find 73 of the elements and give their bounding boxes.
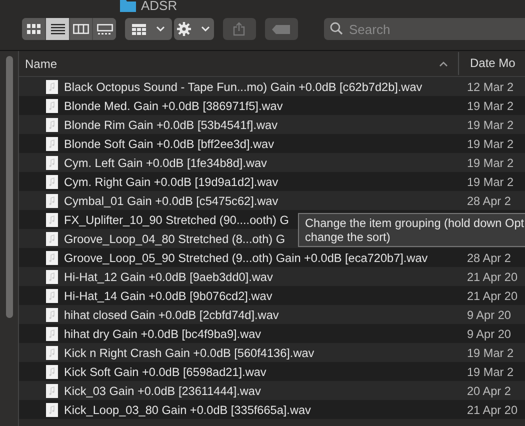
group-button[interactable] xyxy=(124,18,172,40)
date-modified: 20 Apr 2 xyxy=(467,384,511,398)
settings-button[interactable] xyxy=(174,18,214,40)
audio-file-icon xyxy=(46,308,58,322)
date-modified: 21 Apr 20 xyxy=(467,402,518,416)
file-name[interactable]: Cym. Right Gain +0.0dB [19d9a1d2].wav xyxy=(64,174,467,188)
folder-icon xyxy=(120,0,136,12)
audio-file-icon xyxy=(46,326,58,340)
file-name[interactable]: Kick_Loop_03_80 Gain +0.0dB [335f665a].wav xyxy=(64,402,467,416)
list-icon xyxy=(50,24,65,34)
audio-file-icon xyxy=(46,136,58,150)
date-modified: 19 Mar 2 xyxy=(467,136,514,150)
file-name[interactable]: Kick_03 Gain +0.0dB [23611444].wav xyxy=(64,384,467,398)
date-modified: 19 Mar 2 xyxy=(467,174,514,188)
sort-caret-icon xyxy=(439,60,448,66)
tooltip: Change the item grouping (hold down Opt change the sort) xyxy=(298,213,525,247)
audio-file-icon xyxy=(46,270,58,284)
audio-file-icon xyxy=(46,212,58,226)
gallery-view-button[interactable] xyxy=(92,18,116,40)
gear-icon xyxy=(177,22,192,36)
date-modified: 21 Apr 20 xyxy=(467,270,518,284)
tag-icon xyxy=(272,24,290,34)
list-view-button[interactable] xyxy=(45,18,69,40)
date-modified: 19 Mar 2 xyxy=(467,98,514,112)
audio-file-icon xyxy=(46,156,58,170)
audio-file-icon xyxy=(46,346,58,360)
file-name[interactable]: Kick Soft Gain +0.0dB [6598ad21].wav xyxy=(64,364,467,378)
file-name[interactable]: Hi-Hat_12 Gain +0.0dB [9aeb3dd0].wav xyxy=(64,270,467,284)
window-title: ADSR xyxy=(141,0,178,12)
file-name[interactable]: Cymbal_01 Gain +0.0dB [c5475c62].wav xyxy=(64,194,467,208)
grid-icon xyxy=(26,24,41,34)
chevron-down-icon xyxy=(201,26,210,32)
column-header[interactable]: Name xyxy=(19,56,439,70)
search-field[interactable]: Search xyxy=(324,18,525,40)
date-modified: 19 Mar 2 xyxy=(467,346,514,360)
file-name[interactable]: Black Octopus Sound - Tape Fun...mo) Gain +0.0dB [c62b7d2b].wav xyxy=(64,80,467,94)
scrollbar-thumb[interactable] xyxy=(6,56,12,318)
file-name[interactable]: Hi-Hat_14 Gain +0.0dB [9b076cd2].wav xyxy=(64,288,467,302)
audio-file-icon xyxy=(46,250,58,264)
file-name[interactable]: hihat closed Gain +0.0dB [2cbfd74d].wav xyxy=(64,308,467,322)
date-modified: 28 Apr 2 xyxy=(467,250,511,264)
date-modified: 19 Mar 2 xyxy=(467,364,514,378)
audio-file-icon xyxy=(46,364,58,378)
file-name[interactable]: Blonde Rim Gain +0.0dB [53b4541f].wav xyxy=(64,118,467,132)
file-name[interactable]: Blonde Soft Gain +0.0dB [bff2ee3d].wav xyxy=(64,136,467,150)
file-name[interactable]: Blonde Med. Gain +0.0dB [386971f5].wav xyxy=(64,98,467,112)
search-icon xyxy=(330,22,343,35)
grid-icon xyxy=(132,24,146,34)
chevron-down-icon xyxy=(156,26,165,32)
date-modified: 12 Mar 2 xyxy=(467,80,514,94)
file-name[interactable]: hihat dry Gain +0.0dB [bc4f9ba9].wav xyxy=(64,326,467,340)
audio-file-icon xyxy=(46,384,58,398)
audio-file-icon xyxy=(46,118,58,132)
audio-file-icon xyxy=(46,402,58,416)
audio-file-icon xyxy=(46,232,58,246)
audio-file-icon xyxy=(46,80,58,94)
file-name[interactable]: Groove_Loop_05_90 Stretched (9...oth) Gain +0.0dB [eca720b7].wav xyxy=(64,250,467,264)
date-modified: 19 Mar 2 xyxy=(467,118,514,132)
column-header[interactable]: Date Mo xyxy=(458,52,525,75)
audio-file-icon xyxy=(46,174,58,188)
audio-file-icon xyxy=(46,98,58,112)
date-modified: 19 Mar 2 xyxy=(467,156,514,170)
columns-icon xyxy=(73,24,90,34)
file-name[interactable]: Cym. Left Gain +0.0dB [1fe34b8d].wav xyxy=(64,156,467,170)
date-modified: 9 Apr 20 xyxy=(467,308,511,322)
gallery-icon xyxy=(96,24,113,34)
audio-file-icon xyxy=(46,288,58,302)
date-modified: 21 Apr 20 xyxy=(467,288,518,302)
file-name[interactable]: Kick n Right Crash Gain +0.0dB [560f4136].wav xyxy=(64,346,467,360)
share-icon xyxy=(233,22,246,36)
audio-file-icon xyxy=(46,194,58,208)
date-modified: 28 Apr 2 xyxy=(467,194,511,208)
date-modified: 9 Apr 20 xyxy=(467,326,511,340)
